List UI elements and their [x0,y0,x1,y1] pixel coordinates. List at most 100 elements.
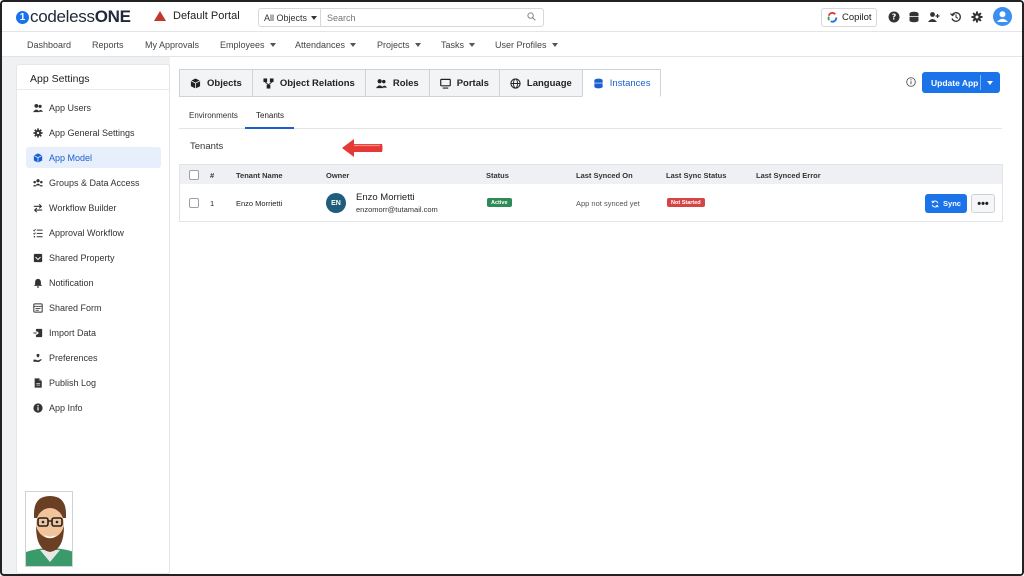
tab-objects[interactable]: Objects [179,69,252,97]
sidebar-item-groups-data-access[interactable]: Groups & Data Access [26,172,161,193]
nav-dashboard[interactable]: Dashboard [27,40,71,50]
sidebar-item-preferences[interactable]: Preferences [26,347,161,368]
logo-badge: 1 [16,10,29,24]
nav-label: Tasks [441,40,465,50]
inbox-icon [33,253,43,262]
column-header-last-sync-status: Last Sync Status [666,171,727,180]
column-header-last-synced-on: Last Synced On [576,171,633,180]
tab-instances[interactable]: Instances [581,69,662,97]
add-user-icon[interactable] [928,11,940,23]
chevron-down-icon [551,43,558,47]
info-icon [33,402,43,413]
nav-projects[interactable]: Projects [377,40,421,50]
tab-label: Portals [456,77,489,89]
tab-roles[interactable]: Roles [364,69,429,97]
top-bar: 1 codelessONE Default Portal All Objects… [2,2,1022,32]
more-actions-button[interactable]: ••• [971,194,995,213]
chevron-down-icon [469,43,476,47]
select-all-checkbox[interactable] [189,170,199,180]
table-row[interactable]: 1 Enzo Morrietti EN Enzo Morrietti enzom… [180,184,1002,221]
copilot-button[interactable]: Copilot [821,8,877,27]
table-header: # Tenant Name Owner Status Last Synced O… [180,165,1002,184]
sidebar-item-label: App Info [49,402,83,413]
sidebar-item-import-data[interactable]: Import Data [26,322,161,343]
nav-label: Dashboard [27,40,72,50]
button-divider [980,75,981,90]
update-app-button[interactable]: Update App [922,72,1000,93]
sidebar-item-app-users[interactable]: App Users [26,97,161,118]
logo-text-main: codeless [30,7,95,26]
history-icon[interactable] [950,11,962,23]
column-header-last-synced-error: Last Synced Error [756,171,821,180]
cube-icon [33,152,43,163]
relations-icon [263,77,274,89]
nav-attendances[interactable]: Attendances [295,40,357,50]
gear-icon [33,127,43,138]
sidebar-item-app-model[interactable]: App Model [26,147,161,168]
tenant-name: Enzo Morrietti [236,199,283,208]
sidebar-item-label: App General Settings [49,127,135,138]
column-header-tenant-name: Tenant Name [236,171,283,180]
tab-label: Language [526,77,572,89]
user-avatar[interactable] [993,7,1012,26]
section-title: Tenants [190,141,224,152]
portal-logo-icon [154,11,166,21]
svg-text:?: ? [892,13,897,22]
more-icon: ••• [977,197,989,210]
tab-portals[interactable]: Portals [428,69,499,97]
sidebar-item-label: Shared Form [49,302,102,313]
search-icon[interactable] [527,12,536,21]
search-input[interactable] [320,8,544,27]
sidebar-item-app-info[interactable]: App Info [26,397,161,418]
owner-email: enzomorr@tutamail.com [356,205,438,214]
nav-reports[interactable]: Reports [92,40,124,50]
sidebar-item-app-general-settings[interactable]: App General Settings [26,122,161,143]
object-selector[interactable]: All Objects [258,8,320,27]
sidebar-item-label: Publish Log [49,377,97,388]
app-logo[interactable]: 1 codelessONE [16,7,131,26]
owner-avatar: EN [326,193,346,213]
active-subtab-indicator [245,127,294,129]
copilot-label: Copilot [842,12,872,23]
sidebar-item-approval-workflow[interactable]: Approval Workflow [26,222,161,243]
hand-heart-icon [33,353,42,362]
sidebar-item-shared-form[interactable]: Shared Form [26,297,161,318]
checklist-icon [33,228,43,237]
column-header-index: # [210,171,215,180]
chevron-down-icon[interactable] [987,81,993,85]
portal-switcher[interactable]: Default Portal [154,10,240,22]
tenants-table: # Tenant Name Owner Status Last Synced O… [179,164,1003,222]
file-icon [34,377,42,388]
tab-language[interactable]: Language [498,69,582,97]
help-icon[interactable]: ? [888,11,900,23]
tab-object-relations[interactable]: Object Relations [251,69,365,97]
info-icon[interactable] [906,77,916,87]
sidebar-item-publish-log[interactable]: Publish Log [26,372,161,393]
red-arrow-annotation [342,139,383,157]
main-nav: Dashboard Reports My Approvals Employees… [2,32,1022,57]
nav-my-approvals[interactable]: My Approvals [145,40,199,50]
sidebar-item-label: App Model [49,152,93,163]
database-icon [594,78,603,88]
subtab-environments[interactable]: Environments [189,111,238,120]
chevron-down-icon [269,43,276,47]
portal-name: Default Portal [173,10,240,22]
sync-button[interactable]: Sync [925,194,967,213]
nav-user-profiles[interactable]: User Profiles [495,40,558,50]
sync-label: Sync [943,199,961,208]
sidebar-divider [17,89,169,90]
subtab-tenants[interactable]: Tenants [256,111,284,120]
sidebar-item-notification[interactable]: Notification [26,272,161,293]
sidebar-item-workflow-builder[interactable]: Workflow Builder [26,197,161,218]
sidebar-item-shared-property[interactable]: Shared Property [26,247,161,268]
row-checkbox[interactable] [189,198,199,208]
nav-employees[interactable]: Employees [220,40,276,50]
nav-label: Projects [377,40,410,50]
nav-tasks[interactable]: Tasks [441,40,476,50]
assistant-avatar[interactable] [25,491,73,567]
sidebar-item-label: Groups & Data Access [49,177,140,188]
database-icon[interactable] [908,11,920,23]
gear-icon[interactable] [971,11,983,23]
swap-arrows-icon [33,203,43,213]
settings-tabs: Objects Object Relations Roles Portals L… [179,69,662,97]
